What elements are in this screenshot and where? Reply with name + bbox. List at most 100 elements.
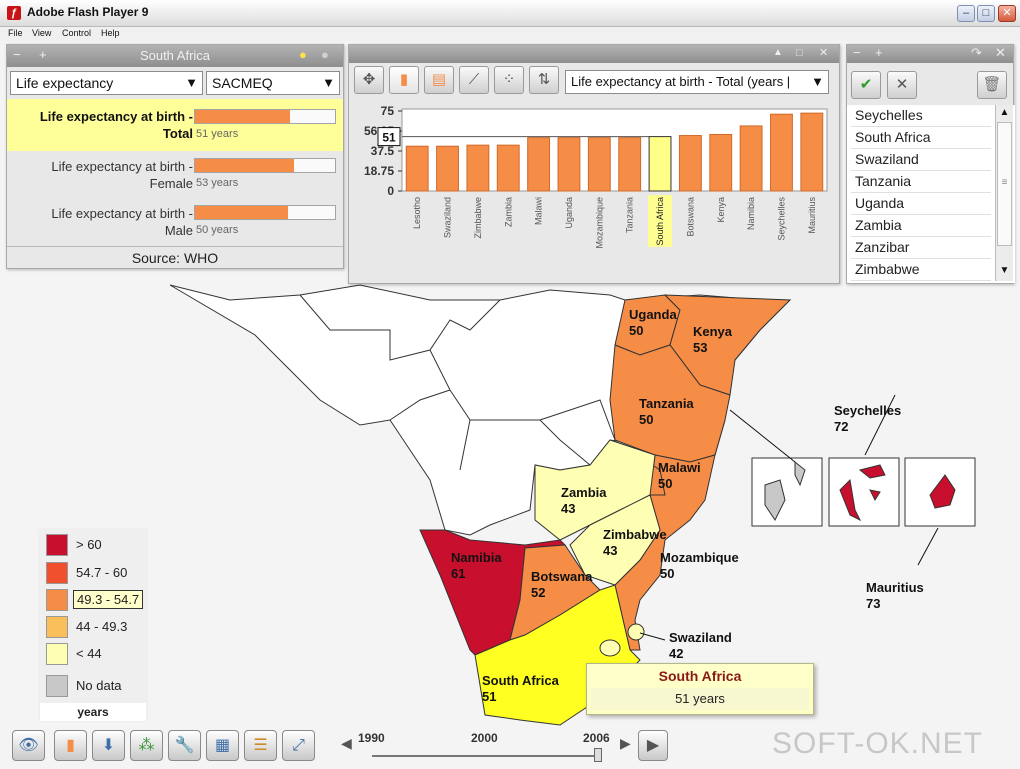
chart-panel-header[interactable]: ▲ □ ✕ — [349, 45, 839, 63]
bar — [709, 133, 733, 192]
indicator-bar-fill — [195, 110, 291, 123]
eye-icon[interactable]: 👁 — [12, 730, 45, 761]
timeline-prev-icon[interactable]: ◀ — [341, 735, 352, 752]
sort-icon[interactable]: ⇅ — [529, 66, 559, 94]
star-icon[interactable]: ● — [299, 48, 307, 62]
indicator-panel: − + South Africa ● ● Life expectancy ▼ S… — [6, 44, 344, 269]
map-value-south-africa: 51 — [482, 689, 496, 704]
mauritius-leader-line — [917, 527, 939, 566]
x-tick-label: Botswana — [685, 197, 695, 237]
menu-view[interactable]: View — [32, 28, 51, 38]
maximize-panel-icon[interactable]: □ — [796, 46, 803, 60]
map-value-zimbabwe: 43 — [603, 543, 617, 558]
indicator-row-total[interactable]: Life expectancy at birth - Total 51 year… — [7, 99, 343, 151]
legend-swatch — [46, 589, 68, 611]
x-icon[interactable]: ✕ — [887, 71, 917, 99]
bar — [587, 137, 611, 192]
bar-chart-icon[interactable]: ▮ — [54, 730, 87, 761]
scroll-up-icon[interactable]: ▲ — [997, 105, 1012, 121]
y-tick-label: 37.5 — [371, 144, 395, 158]
collapse-icon[interactable]: ▲ — [773, 46, 783, 60]
timeline-handle[interactable] — [594, 748, 602, 762]
zanzibar-inset — [751, 457, 823, 527]
list-item[interactable]: South Africa — [851, 127, 991, 149]
y-tick-label: 0 — [387, 184, 394, 198]
undo-icon[interactable]: ↷ — [971, 46, 982, 60]
line-chart-icon[interactable]: ⟋ — [459, 66, 489, 94]
list-item[interactable]: Zanzibar — [851, 237, 991, 259]
trash-icon[interactable]: 🗑 — [977, 71, 1007, 99]
chevron-down-icon: ▼ — [185, 75, 198, 90]
list-icon[interactable]: ☰ — [244, 730, 277, 761]
map-label-swaziland: Swaziland — [669, 630, 732, 645]
indicator-dropdown[interactable]: Life expectancy ▼ — [10, 71, 203, 95]
indicator-label-line1: Life expectancy at birth - — [51, 159, 193, 174]
country-list-header[interactable]: − + ↷ ✕ — [847, 45, 1013, 63]
x-tick-label: Lesotho — [412, 197, 422, 229]
indicator-value: 50 years — [196, 224, 239, 236]
collapse-icon[interactable]: − — [853, 46, 861, 60]
x-tick-label: Namibia — [746, 197, 756, 230]
map-label-namibia: Namibia — [451, 550, 502, 565]
bar-chart-icon[interactable]: ▮ — [389, 66, 419, 94]
chevron-down-icon: ▼ — [322, 75, 335, 90]
timeline-year-1990: 1990 — [358, 731, 385, 745]
legend-label: > 60 — [76, 537, 102, 552]
play-icon[interactable]: ▶ — [638, 730, 668, 761]
download-icon[interactable]: ⬇ — [92, 730, 125, 761]
scroll-down-icon[interactable]: ▼ — [997, 263, 1012, 279]
bar — [678, 135, 702, 192]
list-item[interactable]: Zambia — [851, 215, 991, 237]
close-button[interactable]: ✕ — [998, 5, 1016, 22]
y-tick-label: 18.75 — [364, 164, 394, 178]
close-panel-icon[interactable]: ✕ — [995, 46, 1006, 60]
lesotho-region — [599, 639, 621, 657]
bar — [648, 136, 672, 192]
indicator-row-female[interactable]: Life expectancy at birth - Female 53 yea… — [7, 153, 343, 201]
indicator-row-male[interactable]: Life expectancy at birth - Male 50 years — [7, 200, 343, 246]
indicator-label: Life expectancy at birth - Female — [51, 158, 193, 192]
list-item[interactable]: Seychelles — [851, 105, 991, 127]
list-scrollbar[interactable]: ▲ ≡ ▼ — [995, 105, 1013, 281]
map-tooltip: South Africa 51 years — [586, 663, 814, 715]
menu-help[interactable]: Help — [101, 28, 120, 38]
stacked-bar-icon[interactable]: ▤ — [424, 66, 454, 94]
minimize-button[interactable]: – — [957, 5, 975, 22]
bar — [527, 137, 551, 192]
list-item[interactable]: Uganda — [851, 193, 991, 215]
menu-bar: File View Control Help — [0, 27, 1020, 41]
network-icon[interactable]: ⁂ — [130, 730, 163, 761]
scatter-plot-icon[interactable]: ⁘ — [494, 66, 524, 94]
timeline-track[interactable] — [372, 755, 598, 757]
maximize-button[interactable]: □ — [977, 5, 995, 22]
map-label-seychelles: Seychelles — [834, 403, 901, 418]
chart-indicator-dropdown[interactable]: Life expectancy at birth - Total (years … — [565, 70, 829, 94]
timeline-next-icon[interactable]: ▶ — [620, 735, 631, 752]
x-tick-label: Kenya — [716, 197, 726, 223]
table-icon[interactable]: ▦ — [206, 730, 239, 761]
indicator-panel-header[interactable]: − + South Africa ● ● — [7, 45, 343, 67]
menu-control[interactable]: Control — [62, 28, 91, 38]
y-tick-label: 75 — [381, 104, 395, 118]
x-tick-label: Zambia — [503, 197, 513, 227]
region-dropdown[interactable]: SACMEQ ▼ — [206, 71, 340, 95]
menu-file[interactable]: File — [8, 28, 23, 38]
wrench-icon[interactable]: 🔧 — [168, 730, 201, 761]
map-value-mozambique: 50 — [660, 566, 674, 581]
check-icon[interactable]: ✔ — [851, 71, 881, 99]
map-label-zimbabwe: Zimbabwe — [603, 527, 667, 542]
indicator-label-line2: Total — [162, 126, 193, 141]
close-panel-icon[interactable]: ● — [321, 48, 329, 62]
fit-view-icon[interactable]: ✥ — [354, 66, 384, 94]
map-value-uganda: 50 — [629, 323, 643, 338]
indicator-dropdown-value: Life expectancy — [16, 75, 114, 91]
list-item[interactable]: Tanzania — [851, 171, 991, 193]
expand-icon[interactable]: + — [875, 46, 883, 60]
list-item[interactable]: Zimbabwe — [851, 259, 991, 281]
seychelles-inset — [828, 457, 900, 527]
fullscreen-icon[interactable]: ⤢ — [282, 730, 315, 761]
list-item[interactable]: Swaziland — [851, 149, 991, 171]
scrollbar-thumb[interactable]: ≡ — [997, 122, 1012, 246]
close-panel-icon[interactable]: ✕ — [819, 46, 828, 60]
bar — [557, 137, 581, 192]
